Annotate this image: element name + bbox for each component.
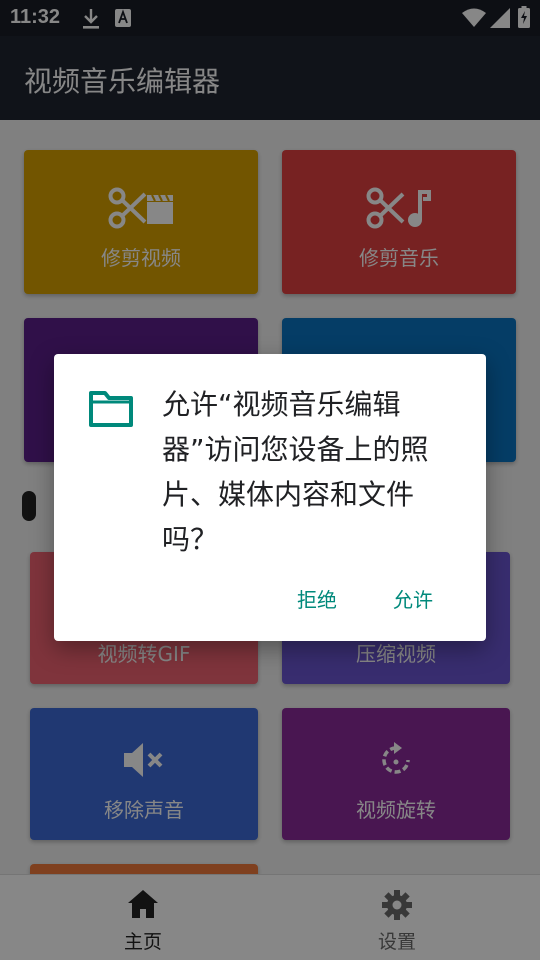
permission-dialog: 允许“视频音乐编辑器”访问您设备上的照片、媒体内容和文件吗？ 拒绝 允许 xyxy=(54,354,486,641)
dialog-message: 允许“视频音乐编辑器”访问您设备上的照片、媒体内容和文件吗？ xyxy=(162,388,429,556)
folder-icon xyxy=(88,390,134,432)
allow-button[interactable]: 允许 xyxy=(393,584,433,613)
deny-button[interactable]: 拒绝 xyxy=(297,584,337,613)
